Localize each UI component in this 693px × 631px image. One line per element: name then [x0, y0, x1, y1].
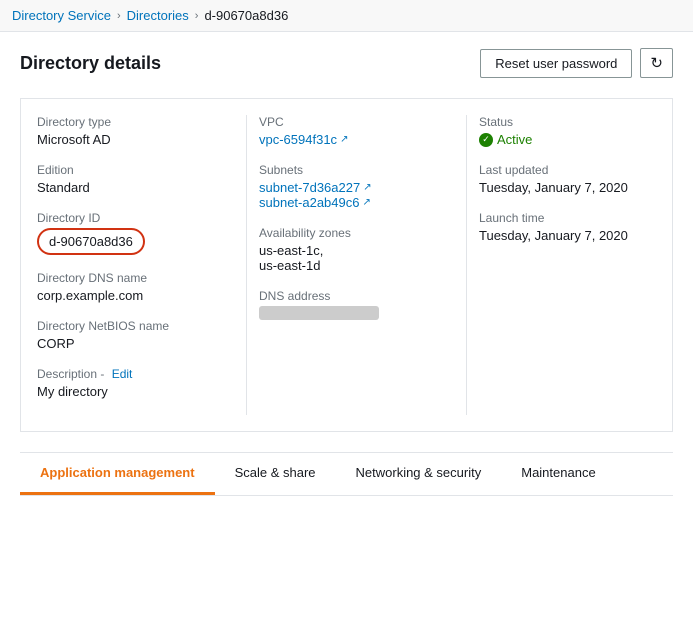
directory-id-label: Directory ID — [37, 211, 234, 225]
description-value: My directory — [37, 384, 234, 399]
dns-address-blurred — [259, 306, 379, 320]
directory-id-value: d-90670a8d36 — [37, 228, 145, 255]
edit-description-link[interactable]: Edit — [112, 367, 133, 381]
external-link-icon: ↗ — [340, 134, 348, 145]
dns-address-value — [259, 306, 454, 323]
status-label: Status — [479, 115, 656, 129]
header-actions: Reset user password ↻ — [480, 48, 673, 78]
refresh-icon: ↻ — [650, 54, 663, 72]
status-item: Status ✓ Active — [479, 115, 656, 147]
netbios-value: CORP — [37, 336, 234, 351]
description-label: Description - Edit — [37, 367, 234, 381]
dns-address-label: DNS address — [259, 289, 454, 303]
breadcrumb-sep-1: › — [117, 10, 121, 22]
netbios-label: Directory NetBIOS name — [37, 319, 234, 333]
launch-time-item: Launch time Tuesday, January 7, 2020 — [479, 211, 656, 243]
dns-name-value: corp.example.com — [37, 288, 234, 303]
breadcrumb-directories[interactable]: Directories — [127, 8, 189, 23]
tabs-container: Application management Scale & share Net… — [20, 452, 673, 496]
last-updated-label: Last updated — [479, 163, 656, 177]
netbios-item: Directory NetBIOS name CORP — [37, 319, 234, 351]
directory-type-item: Directory type Microsoft AD — [37, 115, 234, 147]
subnet-1-external-icon: ↗ — [363, 182, 371, 193]
edition-item: Edition Standard — [37, 163, 234, 195]
az-item: Availability zones us-east-1c, us-east-1… — [259, 226, 454, 273]
az-label: Availability zones — [259, 226, 454, 240]
details-grid: Directory type Microsoft AD Edition Stan… — [20, 98, 673, 432]
details-col-3: Status ✓ Active Last updated Tuesday, Ja… — [467, 115, 656, 415]
dns-address-item: DNS address — [259, 289, 454, 323]
subnet-1-link[interactable]: subnet-7d36a227 ↗ — [259, 180, 372, 195]
status-active-icon: ✓ — [479, 133, 493, 147]
directory-type-label: Directory type — [37, 115, 234, 129]
subnets-values: subnet-7d36a227 ↗ subnet-a2ab49c6 ↗ — [259, 180, 454, 210]
directory-type-value: Microsoft AD — [37, 132, 234, 147]
vpc-item: VPC vpc-6594f31c ↗ — [259, 115, 454, 147]
tab-scale-share[interactable]: Scale & share — [215, 453, 336, 495]
last-updated-value: Tuesday, January 7, 2020 — [479, 180, 656, 195]
directory-id-item: Directory ID d-90670a8d36 — [37, 211, 234, 255]
main-content: Directory details Reset user password ↻ … — [0, 32, 693, 512]
details-col-1: Directory type Microsoft AD Edition Stan… — [37, 115, 247, 415]
details-col-2: VPC vpc-6594f31c ↗ Subnets subnet-7d36a2… — [247, 115, 467, 415]
edition-label: Edition — [37, 163, 234, 177]
last-updated-item: Last updated Tuesday, January 7, 2020 — [479, 163, 656, 195]
breadcrumb-current: d-90670a8d36 — [204, 8, 288, 23]
description-item: Description - Edit My directory — [37, 367, 234, 399]
dns-name-item: Directory DNS name corp.example.com — [37, 271, 234, 303]
subnet-2-link[interactable]: subnet-a2ab49c6 ↗ — [259, 195, 371, 210]
tab-networking-security[interactable]: Networking & security — [336, 453, 502, 495]
tab-maintenance[interactable]: Maintenance — [501, 453, 615, 495]
status-value: ✓ Active — [479, 132, 656, 147]
subnets-item: Subnets subnet-7d36a227 ↗ subnet-a2ab49c… — [259, 163, 454, 210]
header-row: Directory details Reset user password ↻ — [20, 48, 673, 78]
vpc-link[interactable]: vpc-6594f31c ↗ — [259, 132, 348, 147]
breadcrumb: Directory Service › Directories › d-9067… — [0, 0, 693, 32]
page-title: Directory details — [20, 53, 161, 74]
launch-time-value: Tuesday, January 7, 2020 — [479, 228, 656, 243]
breadcrumb-sep-2: › — [195, 10, 199, 22]
launch-time-label: Launch time — [479, 211, 656, 225]
vpc-value: vpc-6594f31c ↗ — [259, 132, 454, 147]
reset-user-password-button[interactable]: Reset user password — [480, 49, 632, 78]
tab-application-management[interactable]: Application management — [20, 453, 215, 495]
refresh-button[interactable]: ↻ — [640, 48, 673, 78]
edition-value: Standard — [37, 180, 234, 195]
subnets-label: Subnets — [259, 163, 454, 177]
breadcrumb-directory-service[interactable]: Directory Service — [12, 8, 111, 23]
az-values: us-east-1c, us-east-1d — [259, 243, 454, 273]
dns-name-label: Directory DNS name — [37, 271, 234, 285]
subnet-2-external-icon: ↗ — [362, 197, 370, 208]
tabs-row: Application management Scale & share Net… — [20, 453, 673, 496]
vpc-label: VPC — [259, 115, 454, 129]
